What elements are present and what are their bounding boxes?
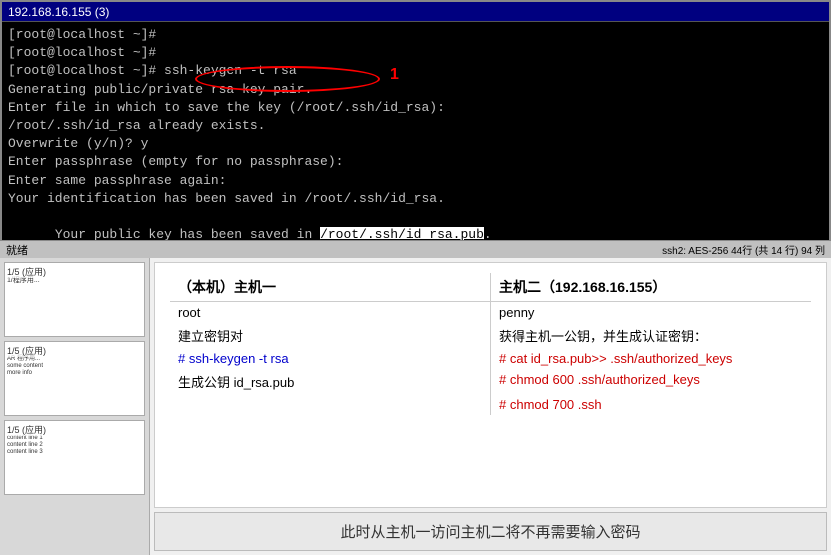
terminal-line-keygen: [root@localhost ~]# ssh-keygen -t rsa [8,62,823,80]
terminal-line: Overwrite (y/n)? y [8,135,823,153]
annotation-label-1: 1 [390,66,399,84]
table-cell: 获得主机一公钥，并生成认证密钥： [491,323,812,348]
slide-thumb-2[interactable]: 1/5 (应用) AR 程序用...some contentmore info [4,341,145,416]
slide-thumb-label-2: 1/5 (应用) [7,344,46,357]
table-cell: 生成公钥 id_rsa.pub [170,369,491,394]
table-cell: penny [491,302,812,324]
terminal-title: 192.168.16.155 (3) [8,5,109,19]
slide-thumb-label-3: 1/5 (应用) [7,423,46,436]
terminal-window: 192.168.16.155 (3) [root@localhost ~]# [… [0,0,831,260]
table-cell-cmd2: # chmod 600 .ssh/authorized_keys [491,369,812,394]
slide-main: （本机）主机一 主机二（192.168.16.155） root penny 建… [154,262,827,508]
table-cell: root [170,302,491,324]
terminal-line: Generating public/private rsa key pair. [8,81,823,99]
terminal-body[interactable]: [root@localhost ~]# [root@localhost ~]# … [2,22,829,258]
table-cell-cmd1-right: # cat id_rsa.pub>> .ssh/authorized_keys [491,348,812,369]
terminal-line: Enter same passphrase again: [8,172,823,190]
terminal-line: Enter passphrase (empty for no passphras… [8,153,823,171]
bottom-note: 此时从主机一访问主机二将不再需要输入密码 [154,512,827,551]
command-ssh-keygen: # ssh-keygen -t rsa [178,351,289,366]
status-right: ssh2: AES-256 44行 (共 14 行) 94 列 [662,242,831,257]
command-cat-authorized: # cat id_rsa.pub>> .ssh/authorized_keys [499,351,732,366]
terminal-line: Your identification has been saved in /r… [8,190,823,208]
col-header-left: （本机）主机一 [170,273,491,302]
terminal-line: [root@localhost ~]# [8,26,823,44]
command-chmod-700: # chmod 700 .ssh [499,397,602,412]
status-bar: 就绪 ssh2: AES-256 44行 (共 14 行) 94 列 [0,240,831,258]
col-header-right: 主机二（192.168.16.155） [491,273,812,302]
table-cell-cmd1-left: # ssh-keygen -t rsa [170,348,491,369]
main-content: （本机）主机一 主机二（192.168.16.155） root penny 建… [150,258,831,555]
slide-thumb-label-1: 1/5 (应用) [7,265,46,278]
slides-sidebar: 1/5 (应用) 1/程序用... 1/5 (应用) AR 程序用...some… [0,258,150,555]
terminal-line: /root/.ssh/id_rsa already exists. [8,117,823,135]
terminal-titlebar: 192.168.16.155 (3) [2,2,829,22]
table-cell-empty [170,394,491,415]
slide-thumb-3[interactable]: 1/5 (应用) content line 1content line 2con… [4,420,145,495]
terminal-line: Enter file in which to save the key (/ro… [8,99,823,117]
slide-table: （本机）主机一 主机二（192.168.16.155） root penny 建… [170,273,811,502]
terminal-line: [root@localhost ~]# [8,44,823,62]
table-cell: 建立密钥对 [170,323,491,348]
command-chmod-600: # chmod 600 .ssh/authorized_keys [499,372,700,387]
slide-thumb-1[interactable]: 1/5 (应用) 1/程序用... [4,262,145,337]
slide-panel: 1/5 (应用) 1/程序用... 1/5 (应用) AR 程序用...some… [0,258,831,555]
status-left: 就绪 [0,242,28,258]
table-cell-cmd3: # chmod 700 .ssh [491,394,812,415]
